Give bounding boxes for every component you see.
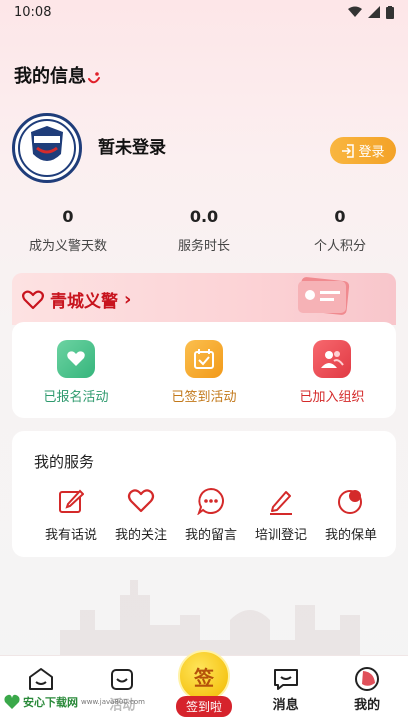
heart-icon xyxy=(126,486,156,516)
mine-icon xyxy=(354,666,380,692)
wifi-icon xyxy=(348,6,362,17)
watermark: 安心下载网 www.java800.com xyxy=(4,694,145,710)
edit-icon xyxy=(56,486,86,516)
services-card: 我的服务 我有话说 我的关注 我的留言 培训登记 我的保单 xyxy=(12,431,396,557)
username: 暂未登录 xyxy=(98,138,166,158)
service-training[interactable]: 培训登记 xyxy=(246,486,316,543)
service-label: 我的关注 xyxy=(114,528,167,543)
activity-label: 已加入组织 xyxy=(299,390,365,405)
sign-in-button[interactable]: 签 xyxy=(177,650,230,702)
stat-value: 0 xyxy=(334,207,346,226)
tab-messages[interactable]: 消息 xyxy=(245,656,327,725)
qingcheng-banner[interactable]: 青城义警 › xyxy=(12,273,396,325)
policy-icon xyxy=(336,486,366,516)
heart-chat-icon xyxy=(57,340,95,378)
home-icon xyxy=(28,666,54,692)
smile-icon xyxy=(88,72,100,84)
watermark-url: www.java800.com xyxy=(81,698,145,706)
page-title: 我的信息 xyxy=(14,66,86,87)
calendar-check-icon xyxy=(185,340,223,378)
title-row: 我的信息 xyxy=(14,62,100,88)
activity-registered[interactable]: 已报名活动 xyxy=(12,322,140,418)
tab-home[interactable] xyxy=(0,656,82,725)
pen-icon xyxy=(266,486,296,516)
city-skyline-decoration xyxy=(60,580,360,660)
watermark-name: 安心下载网 xyxy=(23,696,78,709)
service-comments[interactable]: 我的留言 xyxy=(176,486,246,543)
stat-service-hours: 0.0 服务时长 xyxy=(136,207,272,254)
tab-label: 消息 xyxy=(272,698,299,713)
activity-joined-org[interactable]: 已加入组织 xyxy=(268,322,396,418)
watermark-logo-icon xyxy=(4,694,20,709)
heart-outline-icon xyxy=(22,290,44,309)
service-label: 我的保单 xyxy=(324,528,377,543)
bottom-tab-bar: 活动 签 签到啦 消息 我的 xyxy=(0,650,408,725)
stat-label: 成为义警天数 xyxy=(28,239,107,254)
service-policy[interactable]: 我的保单 xyxy=(316,486,386,543)
chevron-right-icon: › xyxy=(124,289,132,310)
stat-label: 服务时长 xyxy=(177,239,230,254)
banner-title-text: 青城义警 xyxy=(50,292,118,312)
comment-icon xyxy=(196,486,226,516)
stat-days: 0 成为义警天数 xyxy=(0,207,136,254)
login-icon xyxy=(342,143,355,158)
services-title: 我的服务 xyxy=(34,453,95,471)
tab-sign-in[interactable]: 签 签到啦 xyxy=(163,650,245,725)
tab-activity[interactable]: 活动 xyxy=(82,656,164,725)
activity-label: 已报名活动 xyxy=(43,390,109,405)
message-icon xyxy=(273,666,299,692)
stat-value: 0.0 xyxy=(189,207,219,226)
banner-title: 青城义警 › xyxy=(22,287,131,312)
status-bar: 10:08 xyxy=(0,0,408,24)
tab-label: 我的 xyxy=(354,698,381,713)
police-badge-icon xyxy=(18,119,76,177)
activity-signed[interactable]: 已签到活动 xyxy=(140,322,268,418)
service-label: 培训登记 xyxy=(254,528,307,543)
group-icon xyxy=(313,340,351,378)
service-say[interactable]: 我有话说 xyxy=(36,486,106,543)
stat-label: 个人积分 xyxy=(313,239,366,254)
tab-mine[interactable]: 我的 xyxy=(326,656,408,725)
login-label: 登录 xyxy=(358,145,385,160)
id-card-icon xyxy=(298,277,350,315)
avatar[interactable] xyxy=(12,113,82,183)
stat-points: 0 个人积分 xyxy=(272,207,408,254)
services-row: 我有话说 我的关注 我的留言 培训登记 我的保单 xyxy=(36,486,386,543)
status-icons xyxy=(348,5,394,19)
sign-in-label: 签到啦 xyxy=(175,696,232,717)
stats-row: 0 成为义警天数 0.0 服务时长 0 个人积分 xyxy=(0,207,408,254)
service-follow[interactable]: 我的关注 xyxy=(106,486,176,543)
service-label: 我有话说 xyxy=(44,528,97,543)
status-time: 10:08 xyxy=(14,4,52,20)
signal-icon xyxy=(368,6,380,18)
service-label: 我的留言 xyxy=(184,528,237,543)
activity-label: 已签到活动 xyxy=(171,390,237,405)
activity-card: 已报名活动 已签到活动 已加入组织 xyxy=(12,322,396,418)
login-button[interactable]: 登录 xyxy=(330,137,396,164)
battery-icon xyxy=(386,5,394,19)
activity-tab-icon xyxy=(109,666,135,692)
stat-value: 0 xyxy=(62,207,74,226)
